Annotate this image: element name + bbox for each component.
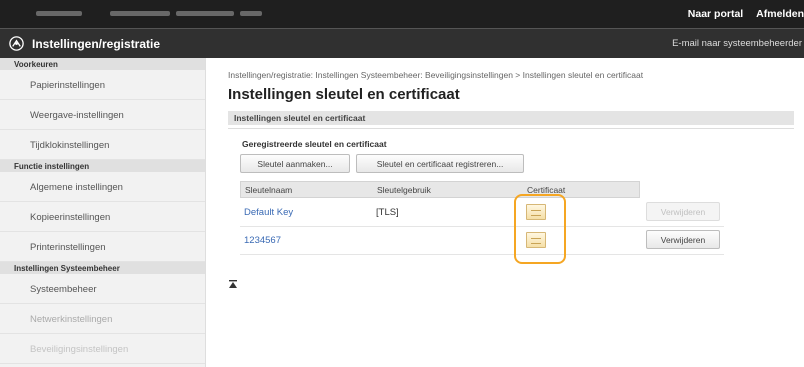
certificate-highlight [514,194,566,264]
sidebar-item-printer-settings[interactable]: Printerinstellingen [0,232,205,262]
key-name-link[interactable]: 1234567 [244,235,281,246]
email-admin-link[interactable]: E-mail naar systeembeheerder [672,38,802,49]
sidebar-item-common-settings[interactable]: Algemene instellingen [0,172,205,202]
device-status-blurred [240,11,262,16]
sidebar-item-paper-settings[interactable]: Papierinstellingen [0,70,205,100]
sidebar-item-display-settings[interactable]: Weergave-instellingen [0,100,205,130]
sidebar: Voorkeuren Papierinstellingen Weergave-i… [0,58,206,367]
sidebar-item-network-settings[interactable]: Netwerkinstellingen [0,304,205,334]
device-model-blurred [110,11,170,16]
registered-keys-heading: Geregistreerde sleutel en certificaat [242,139,387,149]
sidebar-item-security-settings[interactable]: Beveiligingsinstellingen [0,334,205,364]
sidebar-item-system-management[interactable]: Systeembeheer [0,274,205,304]
logout-link[interactable]: Afmelden [756,8,804,20]
back-to-top-icon[interactable] [228,280,238,290]
generate-key-button[interactable]: Sleutel aanmaken... [240,154,350,173]
app-header: Instellingen/registratie E-mail naar sys… [0,28,804,58]
table-row: 1234567 Verwijderen [240,227,724,255]
portal-link[interactable]: Naar portal [688,8,743,20]
key-name-link[interactable]: Default Key [244,207,293,218]
top-bar: Naar portal Afmelden [0,0,804,28]
table-header: Sleutelnaam Sleutelgebruik Certificaat [240,181,640,198]
key-usage: [TLS] [376,207,399,218]
delete-button[interactable]: Verwijderen [646,230,720,249]
app-title: Instellingen/registratie [32,37,161,51]
sidebar-item-copy-settings[interactable]: Kopieerinstellingen [0,202,205,232]
column-key-name: Sleutelnaam [245,185,293,195]
column-key-usage: Sleutelgebruik [377,185,431,195]
sidebar-heading-management-settings: Instellingen Systeembeheer [0,262,205,274]
table-row: Default Key [TLS] Verwijderen [240,199,724,227]
breadcrumb: Instellingen/registratie: Instellingen S… [228,70,644,80]
delete-button[interactable]: Verwijderen [646,202,720,221]
key-certificate-panel: Geregistreerde sleutel en certificaat Sl… [228,128,794,322]
device-name-blurred [36,11,82,16]
sidebar-item-timer-settings[interactable]: Tijdklokinstellingen [0,130,205,160]
device-info-blurred [176,11,234,16]
section-header: Instellingen sleutel en certificaat [228,111,794,125]
sidebar-heading-preferences: Voorkeuren [0,58,205,70]
settings-icon [9,36,24,51]
main-content: Instellingen/registratie: Instellingen S… [220,58,804,367]
sidebar-heading-function-settings: Functie instellingen [0,160,205,172]
page-title: Instellingen sleutel en certificaat [228,86,460,103]
register-key-certificate-button[interactable]: Sleutel en certificaat registreren... [356,154,524,173]
top-links: Naar portal Afmelden [678,8,804,20]
